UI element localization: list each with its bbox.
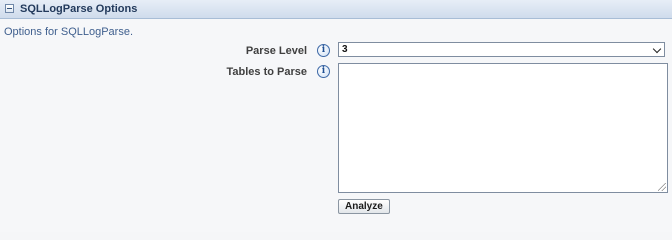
analyze-button[interactable]: Analyze — [338, 199, 390, 214]
chevron-down-icon — [652, 44, 662, 54]
options-panel: SQLLogParse Options Options for SQLLogPa… — [0, 0, 672, 232]
tables-to-parse-label: Tables to Parse — [226, 66, 308, 78]
panel-description: Options for SQLLogParse. — [4, 26, 134, 38]
panel-header: SQLLogParse Options — [0, 0, 672, 19]
parse-level-selected-value: 3 — [342, 44, 348, 55]
tables-to-parse-textarea[interactable] — [338, 63, 668, 193]
parse-level-label: Parse Level — [245, 45, 307, 57]
parse-level-info-icon[interactable]: i — [317, 44, 330, 57]
collapse-toggle-icon[interactable] — [5, 4, 14, 13]
resize-grip-icon[interactable] — [658, 183, 666, 191]
panel-title: SQLLogParse Options — [20, 3, 138, 15]
tables-to-parse-info-icon[interactable]: i — [317, 65, 330, 78]
parse-level-select[interactable]: 3 — [338, 42, 665, 57]
